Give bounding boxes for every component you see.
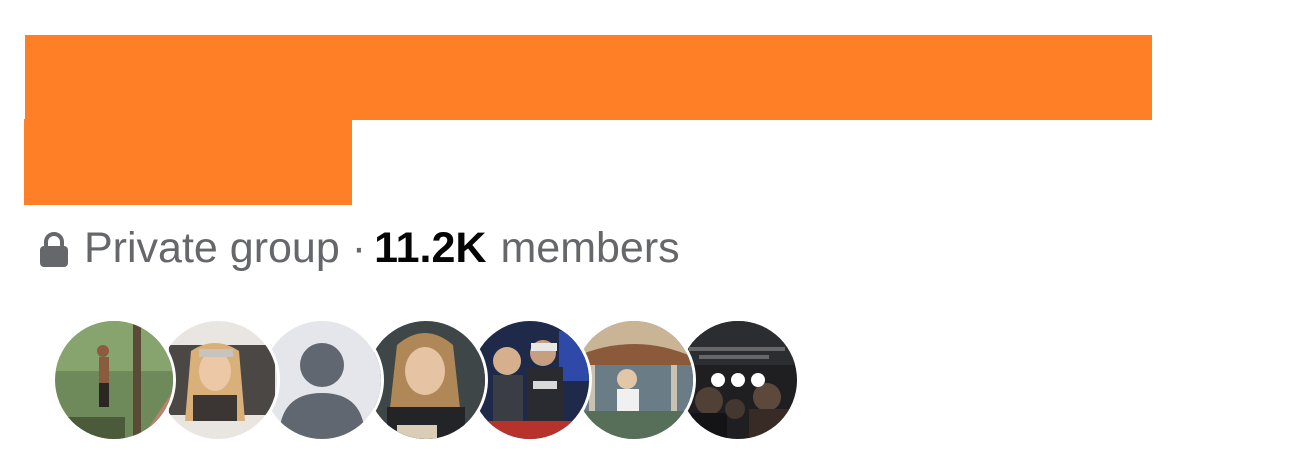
group-meta: Private group · 11.2K members [38,222,680,274]
group-header: Private group · 11.2K members [0,0,1290,466]
member-avatar-1[interactable] [52,318,176,442]
redacted-group-name-continued [24,119,352,205]
lock-icon [40,232,68,267]
more-dots-icon [679,321,797,439]
redacted-group-name [25,35,1152,120]
member-avatars[interactable] [52,318,800,442]
privacy-label: Private group [84,223,340,272]
member-count[interactable]: 11.2K [374,224,486,273]
separator-dot: · [351,223,367,272]
members-label[interactable]: members [500,224,679,273]
